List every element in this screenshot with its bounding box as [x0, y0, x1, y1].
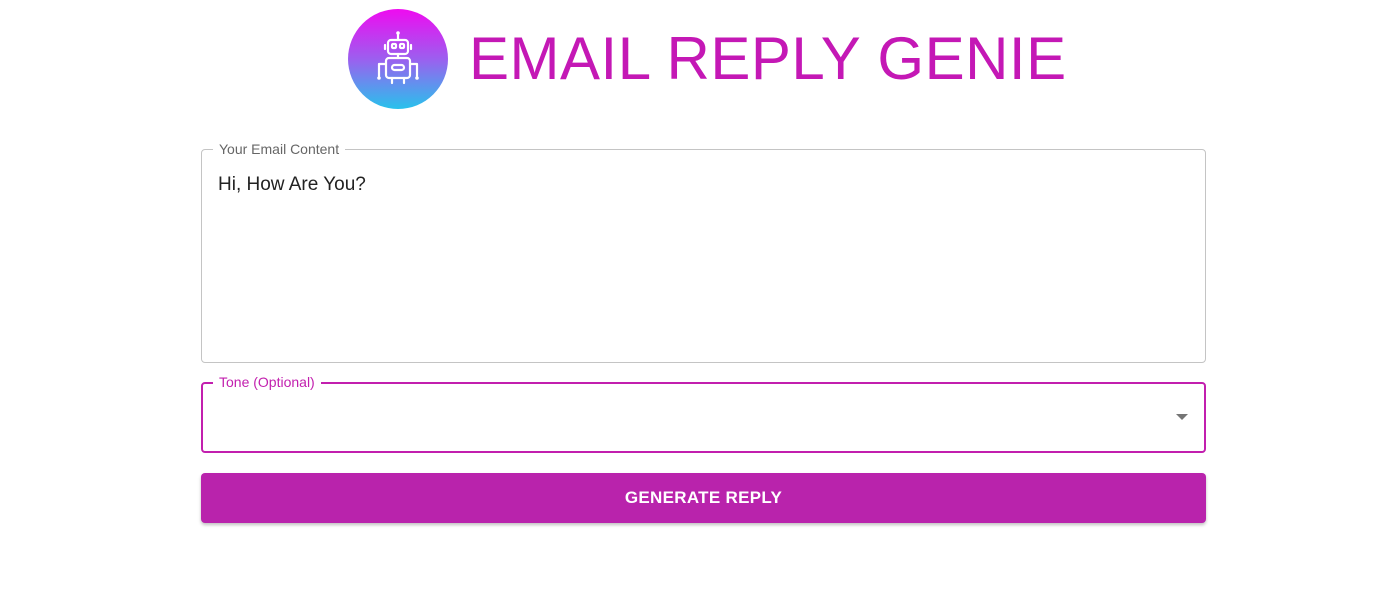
tone-label: Tone (Optional)	[213, 374, 321, 390]
email-content-label: Your Email Content	[213, 141, 346, 157]
dropdown-arrow-icon[interactable]	[1176, 414, 1188, 420]
generate-reply-button[interactable]: GENERATE REPLY	[201, 473, 1206, 523]
email-content-field[interactable]: Your Email Content Hi, How Are You?	[201, 141, 1206, 363]
page-title: EMAIL REPLY GENIE	[469, 25, 1067, 92]
robot-icon	[377, 31, 419, 85]
email-content-input[interactable]: Hi, How Are You?	[218, 174, 366, 196]
app-header: EMAIL REPLY GENIE	[348, 9, 1067, 109]
logo	[348, 9, 448, 109]
tone-select[interactable]: Tone (Optional)	[201, 374, 1206, 453]
